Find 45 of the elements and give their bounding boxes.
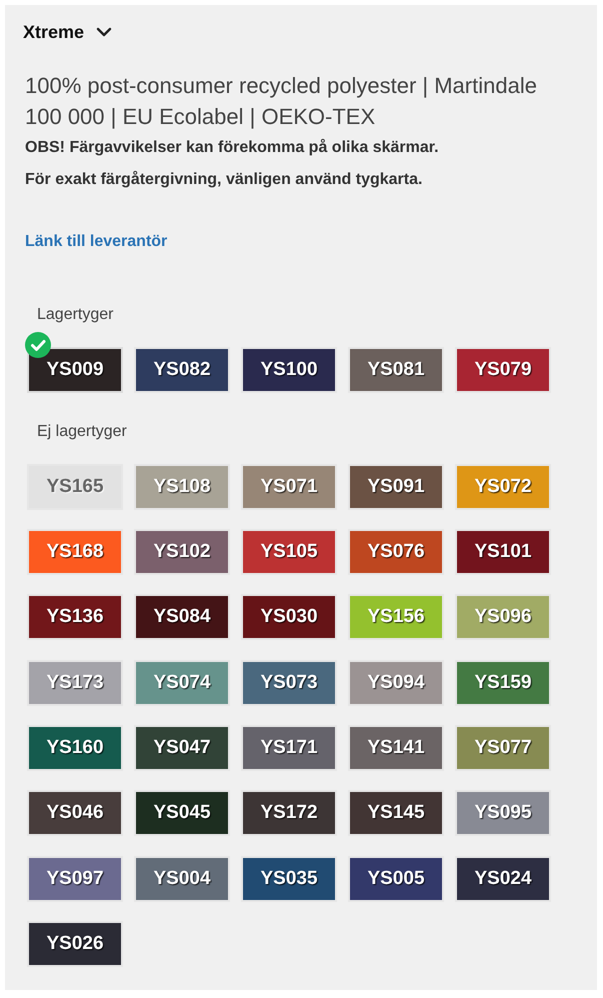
color-swatch[interactable]: YS172 <box>241 790 337 836</box>
color-swatch[interactable]: YS141 <box>348 725 444 772</box>
color-swatch[interactable]: YS024 <box>455 856 551 902</box>
color-swatch[interactable]: YS084 <box>134 594 230 640</box>
color-swatch[interactable]: YS136 <box>27 594 123 640</box>
color-swatch[interactable]: YS102 <box>134 528 230 575</box>
color-swatch[interactable]: YS091 <box>348 464 444 510</box>
color-notice: För exakt färgåtergivning, vänligen använd tygkarta. <box>25 170 422 190</box>
group-label: Ej lagertyger <box>37 422 127 442</box>
color-swatch[interactable]: YS105 <box>241 528 337 575</box>
dropdown-toggle[interactable]: Xtreme <box>19 21 112 43</box>
color-swatch[interactable]: YS076 <box>348 528 444 575</box>
chevron-down-icon <box>96 27 112 37</box>
color-swatch[interactable]: YS079 <box>455 346 551 392</box>
product-description: 100% post-consumer recycled polyester | Martindale 100 000 | EU Ecolabel | OEKO-TEX <box>25 72 538 131</box>
color-swatch[interactable]: YS097 <box>27 856 123 902</box>
color-swatch[interactable]: YS095 <box>455 790 551 836</box>
color-swatch[interactable]: YS045 <box>134 790 230 836</box>
color-swatch[interactable]: YS026 <box>27 921 123 968</box>
color-swatch[interactable]: YS046 <box>27 790 123 836</box>
check-icon <box>25 332 51 358</box>
color-swatch[interactable]: YS082 <box>134 346 230 392</box>
color-swatch[interactable]: YS074 <box>134 660 230 706</box>
group-label: Lagertyger <box>37 304 114 324</box>
color-swatch[interactable]: YS047 <box>134 725 230 772</box>
color-swatch[interactable]: YS071 <box>241 464 337 510</box>
color-swatch[interactable]: YS035 <box>241 856 337 902</box>
supplier-link[interactable]: Länk till leverantör <box>25 230 168 252</box>
color-swatch[interactable]: YS160 <box>27 725 123 772</box>
color-swatch[interactable]: YS168 <box>27 528 123 575</box>
color-swatch[interactable]: YS101 <box>455 528 551 575</box>
color-swatch[interactable]: YS009 <box>27 346 123 392</box>
color-swatch[interactable]: YS073 <box>241 660 337 706</box>
color-swatch[interactable]: YS145 <box>348 790 444 836</box>
color-swatch[interactable]: YS081 <box>348 346 444 392</box>
color-swatch[interactable]: YS077 <box>455 725 551 772</box>
color-swatch[interactable]: YS165 <box>27 464 123 510</box>
color-notice: OBS! Färgavvikelser kan förekomma på olika skärmar. <box>25 138 439 158</box>
color-swatch[interactable]: YS004 <box>134 856 230 902</box>
color-swatch[interactable]: YS100 <box>241 346 337 392</box>
color-swatch[interactable]: YS005 <box>348 856 444 902</box>
color-swatch[interactable]: YS030 <box>241 594 337 640</box>
color-swatch[interactable]: YS159 <box>455 660 551 706</box>
color-swatch[interactable]: YS094 <box>348 660 444 706</box>
color-swatch[interactable]: YS171 <box>241 725 337 772</box>
